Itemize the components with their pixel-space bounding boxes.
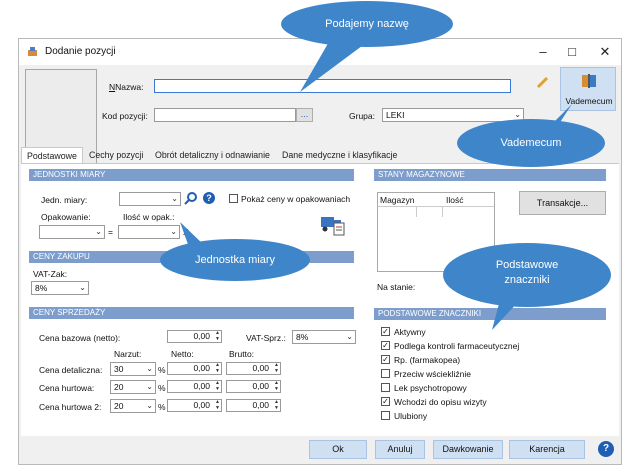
callout-pointers [180,40,572,330]
callout-flags: Podstawowe znaczniki [443,243,611,307]
callout-flags-line2: znaczniki [504,274,550,286]
callout-vademecum-text: Vademecum [500,137,562,149]
callout-name-text: Podajemy nazwę [325,18,409,30]
callout-unit-text: Jednostka miary [194,254,276,266]
callout-flags-line1: Podstawowe [495,259,559,271]
callout-name: Podajemy nazwę [281,1,453,47]
callout-pointer-name [300,40,370,92]
callout-vademecum: Vademecum [457,119,605,167]
callout-unit: Jednostka miary [160,239,310,281]
